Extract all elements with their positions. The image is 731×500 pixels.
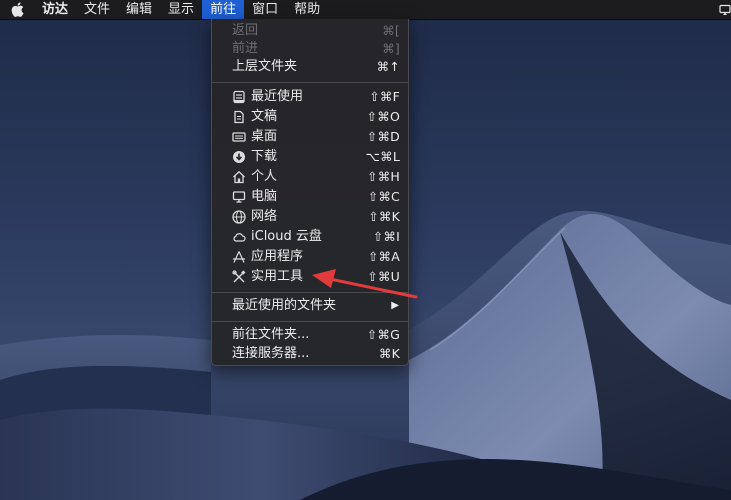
menu-item-label: 网络 [251,209,278,224]
menu-item-network[interactable]: 网络 ⇧⌘K [212,207,409,227]
menu-item-applications[interactable]: 应用程序 ⇧⌘A [212,247,409,267]
shortcut-label: ⇧⌘F [369,89,400,104]
network-icon [232,210,246,224]
icloud-icon [233,233,246,242]
menu-item-label: 前往文件夹... [232,327,310,342]
menu-item-label: 返回 [232,23,259,38]
menu-item-label: 上层文件夹 [232,59,298,74]
menu-separator [212,82,409,83]
shortcut-label: ⇧⌘H [367,169,400,184]
menu-item-home[interactable]: 个人 ⇧⌘H [212,167,409,187]
menu-item-label: iCloud 云盘 [251,229,322,244]
shortcut-label: ⇧⌘A [367,249,400,264]
display-mirror-icon[interactable] [719,0,731,19]
menu-separator [212,292,409,293]
menu-item-utilities[interactable]: 实用工具 ⇧⌘U [212,267,409,287]
menu-item-computer[interactable]: 电脑 ⇧⌘C [212,187,409,207]
shortcut-label: ⌘↑ [376,59,400,74]
menu-finder[interactable]: 访达 [34,0,76,19]
documents-icon [234,110,244,124]
home-icon [233,170,245,184]
recents-icon [233,90,245,104]
shortcut-label: ⌥⌘L [365,149,400,164]
menu-item-icloud-drive[interactable]: iCloud 云盘 ⇧⌘I [212,227,409,247]
menu-view[interactable]: 显示 [160,0,202,19]
menu-item-forward: 前进 ⌘] [212,39,409,59]
apple-logo-icon [11,2,24,17]
menu-item-desktop[interactable]: 桌面 ⇧⌘D [212,127,409,147]
menu-item-label: 个人 [251,169,278,184]
menu-file[interactable]: 文件 [76,0,118,19]
shortcut-label: ⌘K [378,346,400,361]
menu-item-label: 前进 [232,41,259,56]
menu-go[interactable]: 前往 [202,0,245,19]
menu-item-label: 最近使用的文件夹 [232,298,337,313]
menu-item-label: 连接服务器... [232,346,310,361]
menu-item-label: 最近使用 [251,89,304,104]
go-menu-dropdown: 返回 ⌘[ 前进 ⌘] 上层文件夹 ⌘↑ 最近使用 ⇧⌘F 文稿 ⇧⌘O 桌面 … [211,19,409,366]
shortcut-label: ⇧⌘C [367,189,400,204]
shortcut-label: ⌘[ [382,23,400,38]
menu-item-label: 文稿 [251,109,278,124]
menu-item-connect-server[interactable]: 连接服务器... ⌘K [212,344,409,364]
menu-edit[interactable]: 编辑 [118,0,160,19]
menu-item-go-to-folder[interactable]: 前往文件夹... ⇧⌘G [212,325,409,345]
menu-bar: 访达 文件 编辑 显示 前往 窗口 帮助 [0,0,731,20]
menu-help[interactable]: 帮助 [286,0,328,19]
shortcut-label: ⇧⌘U [367,269,400,284]
applications-icon [233,251,245,263]
shortcut-label: ⇧⌘K [368,209,400,224]
shortcut-label: ⇧⌘G [366,327,400,342]
menu-item-label: 实用工具 [251,269,304,284]
utilities-icon [232,270,246,283]
menu-item-label: 电脑 [251,189,278,204]
computer-icon [232,191,246,203]
desktop-icon [232,132,246,142]
menu-item-recent-folders[interactable]: 最近使用的文件夹 ▶ [212,296,409,316]
menu-separator [212,321,409,322]
menu-item-recents[interactable]: 最近使用 ⇧⌘F [212,87,409,107]
menu-item-label: 下载 [251,149,278,164]
menu-item-enclosing-folder[interactable]: 上层文件夹 ⌘↑ [212,57,409,77]
apple-menu[interactable] [0,0,34,19]
downloads-icon [233,151,245,163]
shortcut-label: ⇧⌘I [372,229,400,244]
menu-item-documents[interactable]: 文稿 ⇧⌘O [212,107,409,127]
menu-item-back: 返回 ⌘[ [212,21,409,41]
shortcut-label: ⇧⌘D [366,129,400,144]
menu-item-label: 应用程序 [251,249,304,264]
shortcut-label: ⇧⌘O [366,109,400,124]
shortcut-label: ⌘] [382,41,400,56]
menu-item-label: 桌面 [251,129,278,144]
menu-item-downloads[interactable]: 下载 ⌥⌘L [212,147,409,167]
submenu-arrow-icon: ▶ [391,300,399,311]
menu-window[interactable]: 窗口 [244,0,286,19]
